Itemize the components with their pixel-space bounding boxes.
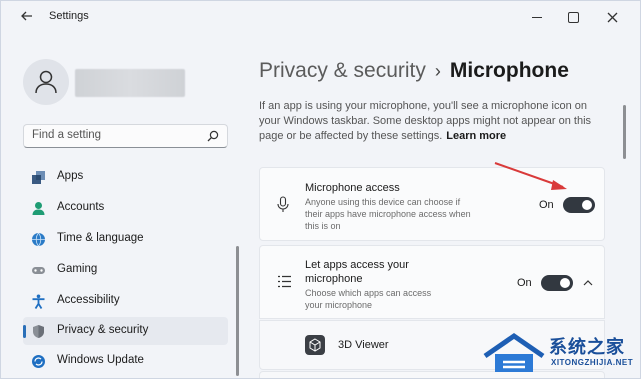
- 3d-viewer-icon: [305, 335, 325, 355]
- microphone-access-title: Microphone access: [305, 182, 400, 194]
- accessibility-icon: [32, 294, 45, 309]
- close-icon: [607, 12, 617, 23]
- sidebar-item-windows-update[interactable]: Windows Update: [23, 347, 228, 375]
- toggle-knob: [560, 278, 570, 288]
- let-apps-access-card[interactable]: Let apps access your microphone Choose w…: [259, 245, 605, 319]
- windows-update-icon: [32, 355, 45, 368]
- sidebar-item-label: Privacy & security: [57, 324, 149, 336]
- house-logo-icon: [483, 332, 545, 372]
- sidebar-item-time-language[interactable]: Time & language: [23, 225, 228, 253]
- breadcrumb-separator: ›: [434, 61, 441, 81]
- microphone-access-toggle[interactable]: [563, 197, 595, 213]
- close-button[interactable]: [592, 3, 632, 31]
- username-blurred: [75, 69, 185, 97]
- chevron-up-icon[interactable]: [583, 279, 593, 286]
- accounts-icon: [32, 202, 45, 215]
- microphone-access-state: On: [539, 199, 554, 211]
- sidebar-item-apps[interactable]: Apps: [23, 163, 228, 191]
- shield-icon: [33, 325, 44, 338]
- time-language-icon: [32, 232, 45, 247]
- let-apps-access-subtitle: Choose which apps can access your microp…: [305, 288, 432, 310]
- search-input[interactable]: [32, 129, 197, 141]
- maximize-icon: [567, 12, 579, 24]
- breadcrumb: Privacy & security › Microphone: [259, 59, 569, 83]
- description-text: If an app is using your microphone, you'…: [259, 100, 592, 142]
- avatar[interactable]: [23, 59, 69, 105]
- back-arrow-icon[interactable]: [19, 9, 35, 25]
- apps-icon: [32, 171, 45, 184]
- minimize-icon: [532, 16, 542, 19]
- sidebar-item-label: Accounts: [57, 201, 105, 213]
- list-icon: [278, 275, 291, 288]
- user-icon: [35, 70, 57, 94]
- sidebar-item-label: Gaming: [57, 263, 98, 275]
- watermark-url: XITONGZHIJIA.NET: [551, 358, 634, 367]
- sidebar-item-accounts[interactable]: Accounts: [23, 194, 228, 222]
- sidebar-scrollbar[interactable]: [236, 246, 239, 376]
- maximize-button[interactable]: [553, 3, 593, 31]
- search-box[interactable]: [23, 124, 228, 148]
- minimize-button[interactable]: [517, 3, 557, 31]
- active-indicator: [23, 325, 26, 338]
- title-bar: Settings: [1, 1, 640, 33]
- let-apps-access-title: Let apps access your microphone: [305, 259, 409, 285]
- sidebar-item-privacy-security[interactable]: Privacy & security: [23, 317, 228, 345]
- microphone-icon: [277, 196, 289, 212]
- window-title: Settings: [49, 10, 89, 22]
- sidebar-item-accessibility[interactable]: Accessibility: [23, 287, 228, 315]
- let-apps-access-toggle[interactable]: [541, 275, 573, 291]
- watermark-text: 系统之家: [549, 337, 625, 357]
- sidebar-item-gaming[interactable]: Gaming: [23, 256, 228, 284]
- search-icon: [207, 130, 219, 142]
- app-name: 3D Viewer: [338, 339, 389, 351]
- page-description: If an app is using your microphone, you'…: [259, 99, 611, 144]
- page-title: Microphone: [449, 59, 569, 82]
- sidebar-item-label: Apps: [57, 170, 84, 182]
- breadcrumb-parent[interactable]: Privacy & security: [259, 59, 426, 82]
- watermark: 系统之家 XITONGZHIJIA.NET: [481, 329, 640, 378]
- toggle-knob: [582, 200, 592, 210]
- main-scrollbar[interactable]: [623, 105, 626, 159]
- sidebar-item-label: Accessibility: [57, 294, 120, 306]
- annotation-arrow: [494, 162, 567, 190]
- gaming-icon: [32, 267, 45, 274]
- let-apps-access-state: On: [517, 277, 532, 289]
- sidebar-item-label: Windows Update: [57, 354, 144, 366]
- microphone-access-subtitle: Anyone using this device can choose if t…: [305, 197, 471, 231]
- sidebar-item-label: Time & language: [57, 232, 144, 244]
- learn-more-link[interactable]: Learn more: [446, 130, 506, 142]
- settings-window: Settings Apps Accounts: [0, 0, 641, 379]
